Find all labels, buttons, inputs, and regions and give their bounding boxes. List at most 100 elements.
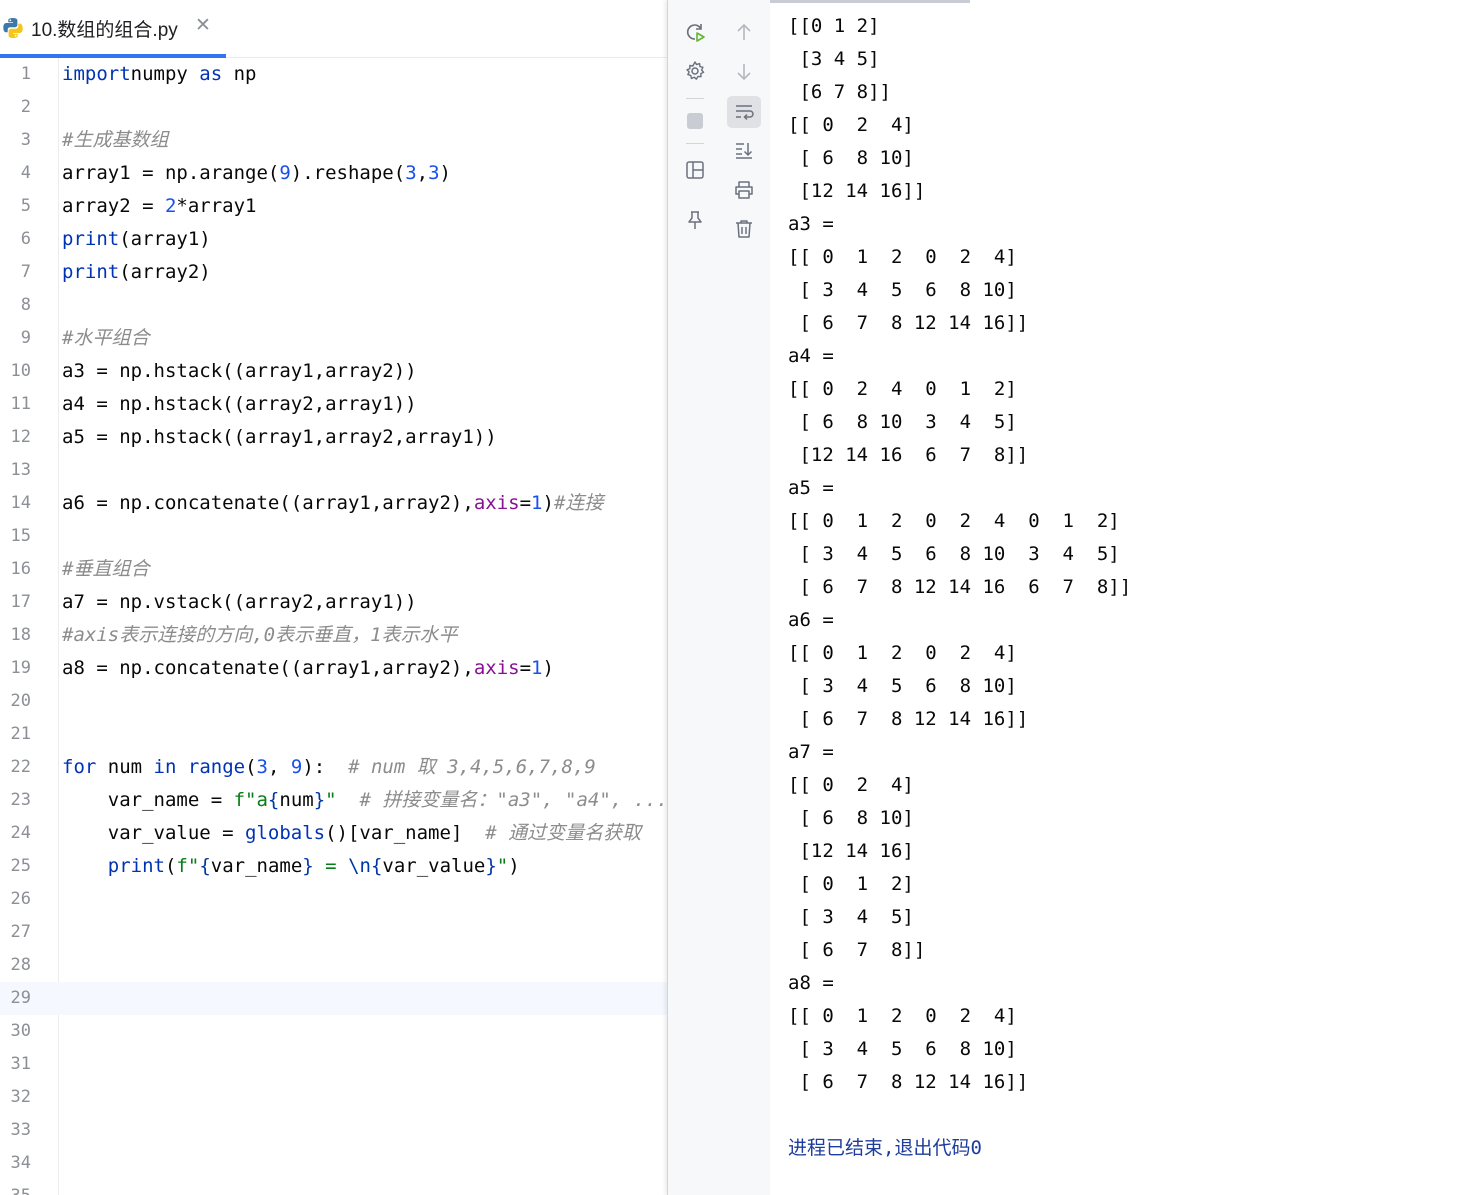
code-token: array2 = xyxy=(62,195,165,217)
code-line[interactable]: 27 xyxy=(0,916,667,949)
code-line[interactable]: 25 print(f"{var_name} = \n{var_value}") xyxy=(0,850,667,883)
code-token: 3 xyxy=(405,162,417,184)
code-token: print xyxy=(62,261,120,283)
code-token: a3 = np.hstack((array1,array2)) xyxy=(62,360,417,382)
console-line: [ 3 4 5 6 8 10] xyxy=(788,675,1017,697)
console-line: [[ 0 2 4] xyxy=(788,114,914,136)
code-line[interactable]: 30 xyxy=(0,1015,667,1048)
code-line[interactable]: 13 xyxy=(0,454,667,487)
code-line[interactable]: 11 a4 = np.hstack((array2,array1)) xyxy=(0,388,667,421)
stop-button[interactable] xyxy=(678,105,712,137)
line-number: 15 xyxy=(10,526,31,546)
close-icon[interactable]: ✕ xyxy=(195,14,211,36)
code-text: a8 = np.concatenate((array1,array2),axis… xyxy=(62,652,554,685)
settings-button[interactable] xyxy=(678,55,712,87)
code-text: #垂直组合 xyxy=(62,553,149,586)
line-number: 20 xyxy=(10,691,31,711)
line-number: 6 xyxy=(20,229,31,249)
code-line[interactable]: 12 a5 = np.hstack((array1,array2,array1)) xyxy=(0,421,667,454)
code-line[interactable]: 34 xyxy=(0,1147,667,1180)
code-line[interactable]: 18 #axis表示连接的方向,0表示垂直，1表示水平 xyxy=(0,619,667,652)
code-token: #生成基数组 xyxy=(62,129,169,151)
scroll-to-end-button[interactable] xyxy=(727,134,761,166)
code-token: as xyxy=(199,63,223,85)
soft-wrap-button[interactable] xyxy=(727,96,761,128)
code-text: #生成基数组 xyxy=(62,124,168,157)
code-line[interactable]: 24 var_value = globals()[var_name] # 通过变… xyxy=(0,817,667,850)
code-token: { xyxy=(199,855,211,877)
code-line[interactable]: 10 a3 = np.hstack((array1,array2)) xyxy=(0,355,667,388)
code-line[interactable]: 20 xyxy=(0,685,667,718)
code-token: = xyxy=(313,855,349,877)
code-line[interactable]: 17 a7 = np.vstack((array2,array1)) xyxy=(0,586,667,619)
pin-icon xyxy=(688,211,702,229)
code-text: importnumpy as np xyxy=(62,58,257,91)
line-number: 7 xyxy=(20,262,31,282)
console-line: [ 6 8 10] xyxy=(788,807,914,829)
line-number: 21 xyxy=(10,724,31,744)
code-line[interactable]: 21 xyxy=(0,718,667,751)
line-number: 32 xyxy=(10,1087,31,1107)
code-line[interactable]: 35 xyxy=(0,1180,667,1195)
code-line[interactable]: 9 #水平组合 xyxy=(0,322,667,355)
code-token: axis xyxy=(473,492,520,514)
code-line[interactable]: 33 xyxy=(0,1114,667,1147)
code-token: range xyxy=(187,756,246,778)
code-line[interactable]: 32 xyxy=(0,1081,667,1114)
code-token: (array1) xyxy=(119,228,211,250)
previous-occurrence-button[interactable] xyxy=(727,16,761,48)
next-occurrence-button[interactable] xyxy=(727,56,761,88)
code-line[interactable]: 8 xyxy=(0,289,667,322)
print-button[interactable] xyxy=(727,174,761,206)
code-line[interactable]: 22 for num in range(3, 9): # num 取 3,4,5,… xyxy=(0,751,667,784)
line-number: 8 xyxy=(20,295,31,315)
code-line[interactable]: 29 xyxy=(0,982,667,1015)
code-token: ).reshape( xyxy=(290,162,406,184)
line-number: 27 xyxy=(10,922,31,942)
editor-tab[interactable]: 10.数组的组合.py ✕ xyxy=(0,0,226,58)
code-token: f"a xyxy=(233,789,268,811)
run-console[interactable]: [[0 1 2] [3 4 5] [6 7 8]] [[ 0 2 4] [ 6 8… xyxy=(770,0,1460,1195)
console-line: [[ 0 1 2 0 2 4] xyxy=(788,246,1017,268)
code-line[interactable]: 23 var_name = f"a{num}" # 拼接变量名："a3", "a… xyxy=(0,784,667,817)
code-line[interactable]: 16 #垂直组合 xyxy=(0,553,667,586)
layout-button[interactable] xyxy=(678,154,712,186)
python-file-icon xyxy=(3,18,23,38)
code-token: num xyxy=(279,789,314,811)
code-line[interactable]: 26 xyxy=(0,883,667,916)
horizontal-scrollbar[interactable] xyxy=(770,0,970,3)
code-token: 3 xyxy=(256,756,268,778)
code-token: } xyxy=(485,855,497,877)
code-line[interactable]: 7 print(array2) xyxy=(0,256,667,289)
code-line[interactable]: 14 a6 = np.concatenate((array1,array2),ax… xyxy=(0,487,667,520)
console-line: [[ 0 2 4] xyxy=(788,774,914,796)
code-token: a6 = np.concatenate((array1,array2), xyxy=(62,492,474,514)
code-line[interactable]: 15 xyxy=(0,520,667,553)
code-token: ) xyxy=(508,855,520,877)
clear-all-button[interactable] xyxy=(727,213,761,245)
code-line[interactable]: 19 a8 = np.concatenate((array1,array2),ax… xyxy=(0,652,667,685)
code-line[interactable]: 5 array2 = 2*array1 xyxy=(0,190,667,223)
toolbar-separator xyxy=(686,143,704,144)
code-line[interactable]: 4 array1 = np.arange(9).reshape(3,3) xyxy=(0,157,667,190)
code-line[interactable]: 3 #生成基数组 xyxy=(0,124,667,157)
line-number: 18 xyxy=(10,625,31,645)
code-token: np xyxy=(222,63,257,85)
code-token: print xyxy=(62,228,120,250)
code-line[interactable]: 1 importnumpy as np xyxy=(0,58,667,91)
line-number: 35 xyxy=(0,1180,31,1195)
console-line: [ 6 7 8]] xyxy=(788,939,926,961)
console-line: [ 6 7 8 12 14 16]] xyxy=(788,708,1029,730)
code-token: 1 xyxy=(531,492,543,514)
code-token: ) xyxy=(439,162,451,184)
code-token: " xyxy=(496,855,509,877)
rerun-button[interactable] xyxy=(678,16,712,48)
code-line[interactable]: 6 print(array1) xyxy=(0,223,667,256)
code-line[interactable]: 31 xyxy=(0,1048,667,1081)
code-line[interactable]: 28 xyxy=(0,949,667,982)
pin-tab-button[interactable] xyxy=(678,204,712,236)
code-line[interactable]: 2 xyxy=(0,91,667,124)
code-editor[interactable]: 10.数组的组合.py ✕ 1 importnumpy as np 2 3 #生成基数组… xyxy=(0,0,667,1195)
code-token: = xyxy=(519,492,532,514)
